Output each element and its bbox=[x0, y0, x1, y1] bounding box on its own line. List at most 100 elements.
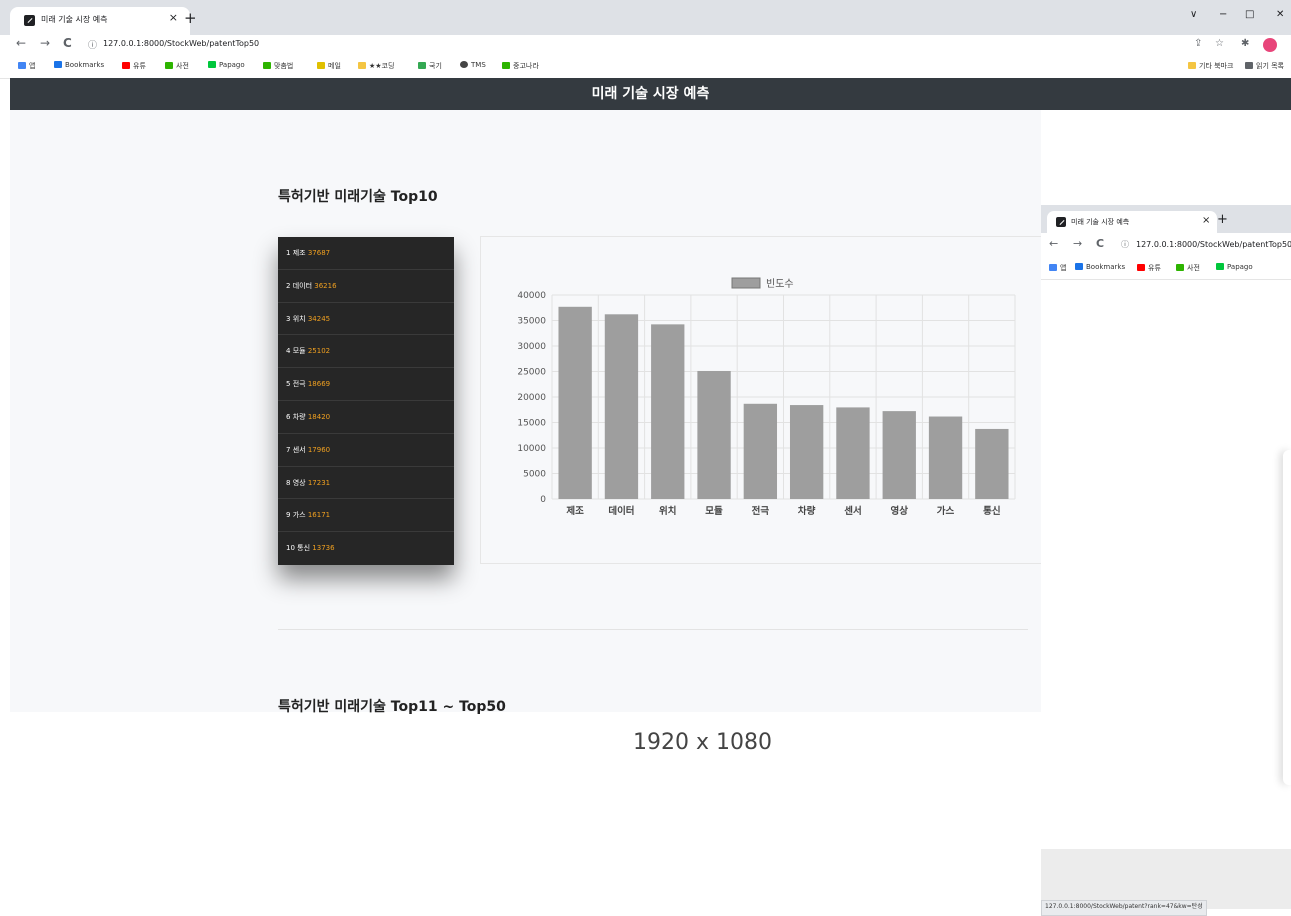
y-tick-label: 5000 bbox=[523, 470, 546, 480]
reading-list-icon bbox=[1245, 62, 1253, 69]
papago-icon bbox=[1216, 263, 1224, 270]
kakao-icon bbox=[317, 62, 325, 69]
bookmarks-bar: 앱 Bookmarks 유튜 사전 Papago bbox=[1041, 257, 1291, 280]
browser-tab[interactable]: 미래 기술 시장 예측 × bbox=[1047, 211, 1217, 233]
bookmark-mail[interactable]: 메일 bbox=[317, 61, 341, 71]
star-icon bbox=[54, 61, 62, 68]
resolution-caption: 1920 x 1080 bbox=[633, 730, 772, 755]
bookmark-youtube[interactable]: 유튜 bbox=[1137, 263, 1161, 273]
bar bbox=[975, 428, 1009, 499]
section-title-top10: 특허기반 미래기술 Top10 bbox=[278, 189, 438, 205]
folder-icon bbox=[1188, 62, 1196, 69]
list-item[interactable]: 4 모듈 25102 bbox=[278, 335, 454, 369]
site-info-icon[interactable]: ⓘ bbox=[88, 38, 97, 51]
x-tick-label: 위치 bbox=[659, 505, 676, 517]
reload-icon[interactable]: C bbox=[1096, 237, 1104, 250]
new-tab-button[interactable]: + bbox=[1217, 212, 1228, 227]
forward-arrow-icon[interactable]: → bbox=[1073, 237, 1082, 250]
list-item[interactable]: 3 위치 34245 bbox=[278, 303, 454, 336]
site-header: 미래 기술 시장 예측 bbox=[10, 78, 1291, 110]
tab-close-icon[interactable]: × bbox=[169, 11, 178, 24]
tab-title: 미래 기술 시장 예측 bbox=[41, 15, 108, 24]
chart-panel: 40000 35000 30000 25000 20000 15000 10000 5000 0… bbox=[480, 236, 1041, 564]
bookmark-apps[interactable]: 앱 bbox=[1049, 263, 1066, 273]
bar bbox=[651, 324, 685, 499]
youtube-icon bbox=[1137, 264, 1145, 271]
bookmark-spelling[interactable]: 맞춤법 bbox=[263, 61, 293, 71]
url-input[interactable]: 127.0.0.1:8000/StockWeb/patentTop50 bbox=[1136, 240, 1291, 249]
star-icon bbox=[1075, 263, 1083, 270]
site-info-icon[interactable]: ⓘ bbox=[1121, 239, 1129, 250]
share-icon[interactable]: ⇪ bbox=[1194, 38, 1202, 49]
list-item[interactable]: 9 가스 16171 bbox=[278, 499, 454, 533]
y-tick-label: 10000 bbox=[517, 444, 546, 454]
bookmark-bookmarks[interactable]: Bookmarks bbox=[54, 61, 104, 69]
profile-avatar[interactable] bbox=[1263, 38, 1277, 52]
x-tick-label: 데이터 bbox=[608, 505, 634, 517]
globe-icon bbox=[460, 61, 468, 68]
bar bbox=[558, 306, 592, 499]
bookmark-papago[interactable]: Papago bbox=[1216, 263, 1253, 271]
bookmark-reading-list[interactable]: 읽기 목록 bbox=[1245, 61, 1284, 71]
section-title-top11-50: 특허기반 미래기술 Top11 ~ Top50 bbox=[278, 699, 506, 715]
bookmark-papago[interactable]: Papago bbox=[208, 61, 245, 69]
extensions-puzzle-icon[interactable]: ✱ bbox=[1241, 38, 1249, 49]
bookmark-youtube[interactable]: 유튜 bbox=[122, 61, 146, 71]
list-item[interactable]: 5 전극 18669 bbox=[278, 368, 454, 401]
browser-tab-strip: 미래 기술 시장 예측 × + bbox=[1041, 205, 1291, 233]
bookmark-star-icon[interactable]: ☆ bbox=[1215, 38, 1224, 49]
y-tick-label: 40000 bbox=[517, 291, 546, 301]
url-input[interactable]: 127.0.0.1:8000/StockWeb/patentTop50 bbox=[103, 39, 259, 48]
apps-grid-icon bbox=[1049, 264, 1057, 271]
naver-icon bbox=[165, 62, 173, 69]
site-favicon-icon bbox=[24, 15, 35, 26]
bookmark-flags[interactable]: 국기 bbox=[418, 61, 442, 71]
list-item[interactable]: 7 센서 17960 bbox=[278, 434, 454, 467]
list-item[interactable]: 8 영상 17231 bbox=[278, 467, 454, 500]
back-arrow-icon[interactable]: ← bbox=[1049, 237, 1058, 250]
bookmark-junggonara[interactable]: 중고나라 bbox=[502, 61, 539, 71]
close-window-button[interactable]: ✕ bbox=[1276, 9, 1284, 20]
x-tick-label: 전극 bbox=[752, 505, 770, 517]
site-favicon-icon bbox=[1056, 217, 1066, 227]
bookmark-coding[interactable]: ★★코딩 bbox=[358, 61, 394, 71]
naver-icon bbox=[1176, 264, 1184, 271]
bookmark-apps[interactable]: 앱 bbox=[18, 61, 35, 71]
x-tick-label: 가스 bbox=[937, 505, 955, 517]
minimize-button[interactable]: − bbox=[1219, 9, 1227, 20]
bar bbox=[697, 370, 731, 499]
y-tick-label: 15000 bbox=[517, 419, 546, 429]
legend-swatch bbox=[731, 277, 761, 289]
restore-button[interactable]: □ bbox=[1245, 9, 1254, 20]
bookmarks-bar: 앱 Bookmarks 유튜 사전 Papago 맞춤법 메일 ★★코딩 국기 … bbox=[0, 55, 1291, 79]
x-tick-label: 센서 bbox=[844, 505, 861, 517]
x-tick-label: 차량 bbox=[798, 505, 816, 517]
bookmark-tms[interactable]: TMS bbox=[460, 61, 486, 69]
bookmark-dictionary[interactable]: 사전 bbox=[165, 61, 189, 71]
x-tick-label: 영상 bbox=[891, 505, 909, 517]
list-item[interactable]: 2 데이터 36216 bbox=[278, 270, 454, 303]
reload-icon[interactable]: C bbox=[63, 36, 72, 50]
bookmark-other[interactable]: 기타 북마크 bbox=[1188, 61, 1233, 71]
y-tick-label: 20000 bbox=[517, 393, 546, 403]
x-tick-label: 모듈 bbox=[705, 506, 723, 517]
forward-arrow-icon[interactable]: → bbox=[40, 36, 50, 50]
tab-search-icon[interactable]: ∨ bbox=[1190, 9, 1197, 20]
bookmark-dictionary[interactable]: 사전 bbox=[1176, 263, 1200, 273]
y-tick-label: 30000 bbox=[517, 342, 546, 352]
tab-close-icon[interactable]: × bbox=[1202, 215, 1210, 226]
tab-title: 미래 기술 시장 예측 bbox=[1071, 218, 1130, 226]
new-tab-button[interactable]: + bbox=[184, 9, 197, 27]
list-item[interactable]: 1 제조 37687 bbox=[278, 237, 454, 270]
bar bbox=[604, 314, 639, 499]
youtube-icon bbox=[122, 62, 130, 69]
bar bbox=[789, 405, 824, 499]
list-item[interactable]: 10 통신 13736 bbox=[278, 532, 454, 565]
apps-grid-icon bbox=[18, 62, 26, 69]
naver-icon bbox=[263, 62, 271, 69]
list-item[interactable]: 6 차량 18420 bbox=[278, 401, 454, 434]
back-arrow-icon[interactable]: ← bbox=[16, 36, 26, 50]
bar-chart: 40000 35000 30000 25000 20000 15000 10000 5000 0… bbox=[517, 277, 1016, 517]
browser-tab[interactable]: 미래 기술 시장 예측 × bbox=[10, 7, 190, 35]
bookmark-bookmarks[interactable]: Bookmarks bbox=[1075, 263, 1125, 271]
